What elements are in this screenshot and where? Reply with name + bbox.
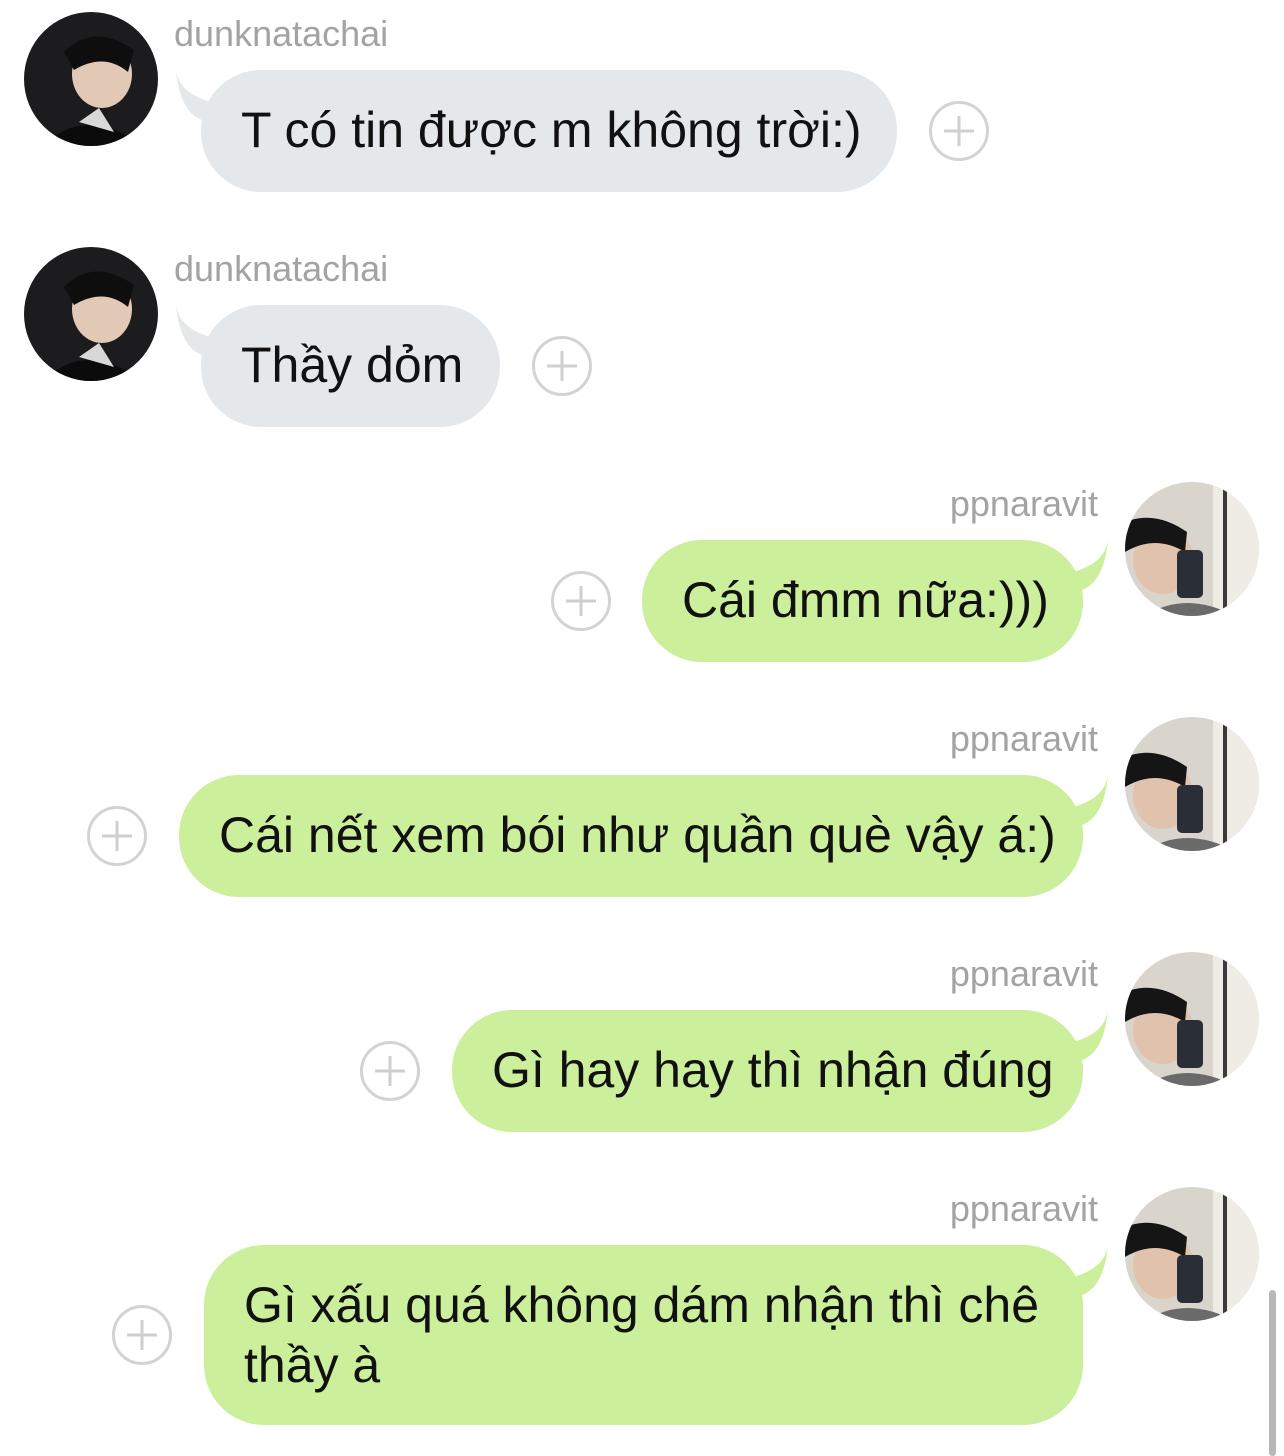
avatar-ppnaravit[interactable] — [1125, 952, 1259, 1086]
chat-thread: dunknatachai T có tin được m không trời:… — [0, 0, 1284, 1456]
sender-name: ppnaravit — [949, 1188, 1098, 1229]
sender-name: ppnaravit — [949, 718, 1098, 759]
plus-circle-icon[interactable] — [929, 101, 989, 161]
sender-name: ppnaravit — [949, 483, 1098, 524]
plus-circle-icon[interactable] — [112, 1305, 172, 1365]
avatar-ppnaravit[interactable] — [1125, 482, 1259, 616]
plus-circle-icon[interactable] — [360, 1041, 420, 1101]
plus-circle-icon[interactable] — [87, 806, 147, 866]
message-bubble-outgoing[interactable]: Gì xấu quá không dám nhận thì chê thầy à — [204, 1245, 1083, 1425]
scrollbar[interactable] — [1269, 1290, 1276, 1456]
avatar-ppnaravit[interactable] — [1125, 1187, 1259, 1321]
plus-circle-icon[interactable] — [532, 336, 592, 396]
message-bubble-outgoing[interactable]: Cái đmm nữa:))) — [642, 540, 1083, 662]
sender-name: dunknatachai — [174, 248, 389, 289]
sender-name: dunknatachai — [174, 13, 389, 54]
sender-name: ppnaravit — [949, 953, 1098, 994]
message-bubble-outgoing[interactable]: Cái nết xem bói như quần què vậy á:) — [179, 775, 1083, 897]
avatar-dunknatachai[interactable] — [24, 12, 158, 146]
avatar-dunknatachai[interactable] — [24, 247, 158, 381]
message-bubble-incoming[interactable]: T có tin được m không trời:) — [201, 70, 897, 192]
avatar-ppnaravit[interactable] — [1125, 717, 1259, 851]
plus-circle-icon[interactable] — [551, 571, 611, 631]
message-bubble-outgoing[interactable]: Gì hay hay thì nhận đúng — [452, 1010, 1083, 1132]
message-bubble-incoming[interactable]: Thầy dỏm — [201, 305, 500, 427]
